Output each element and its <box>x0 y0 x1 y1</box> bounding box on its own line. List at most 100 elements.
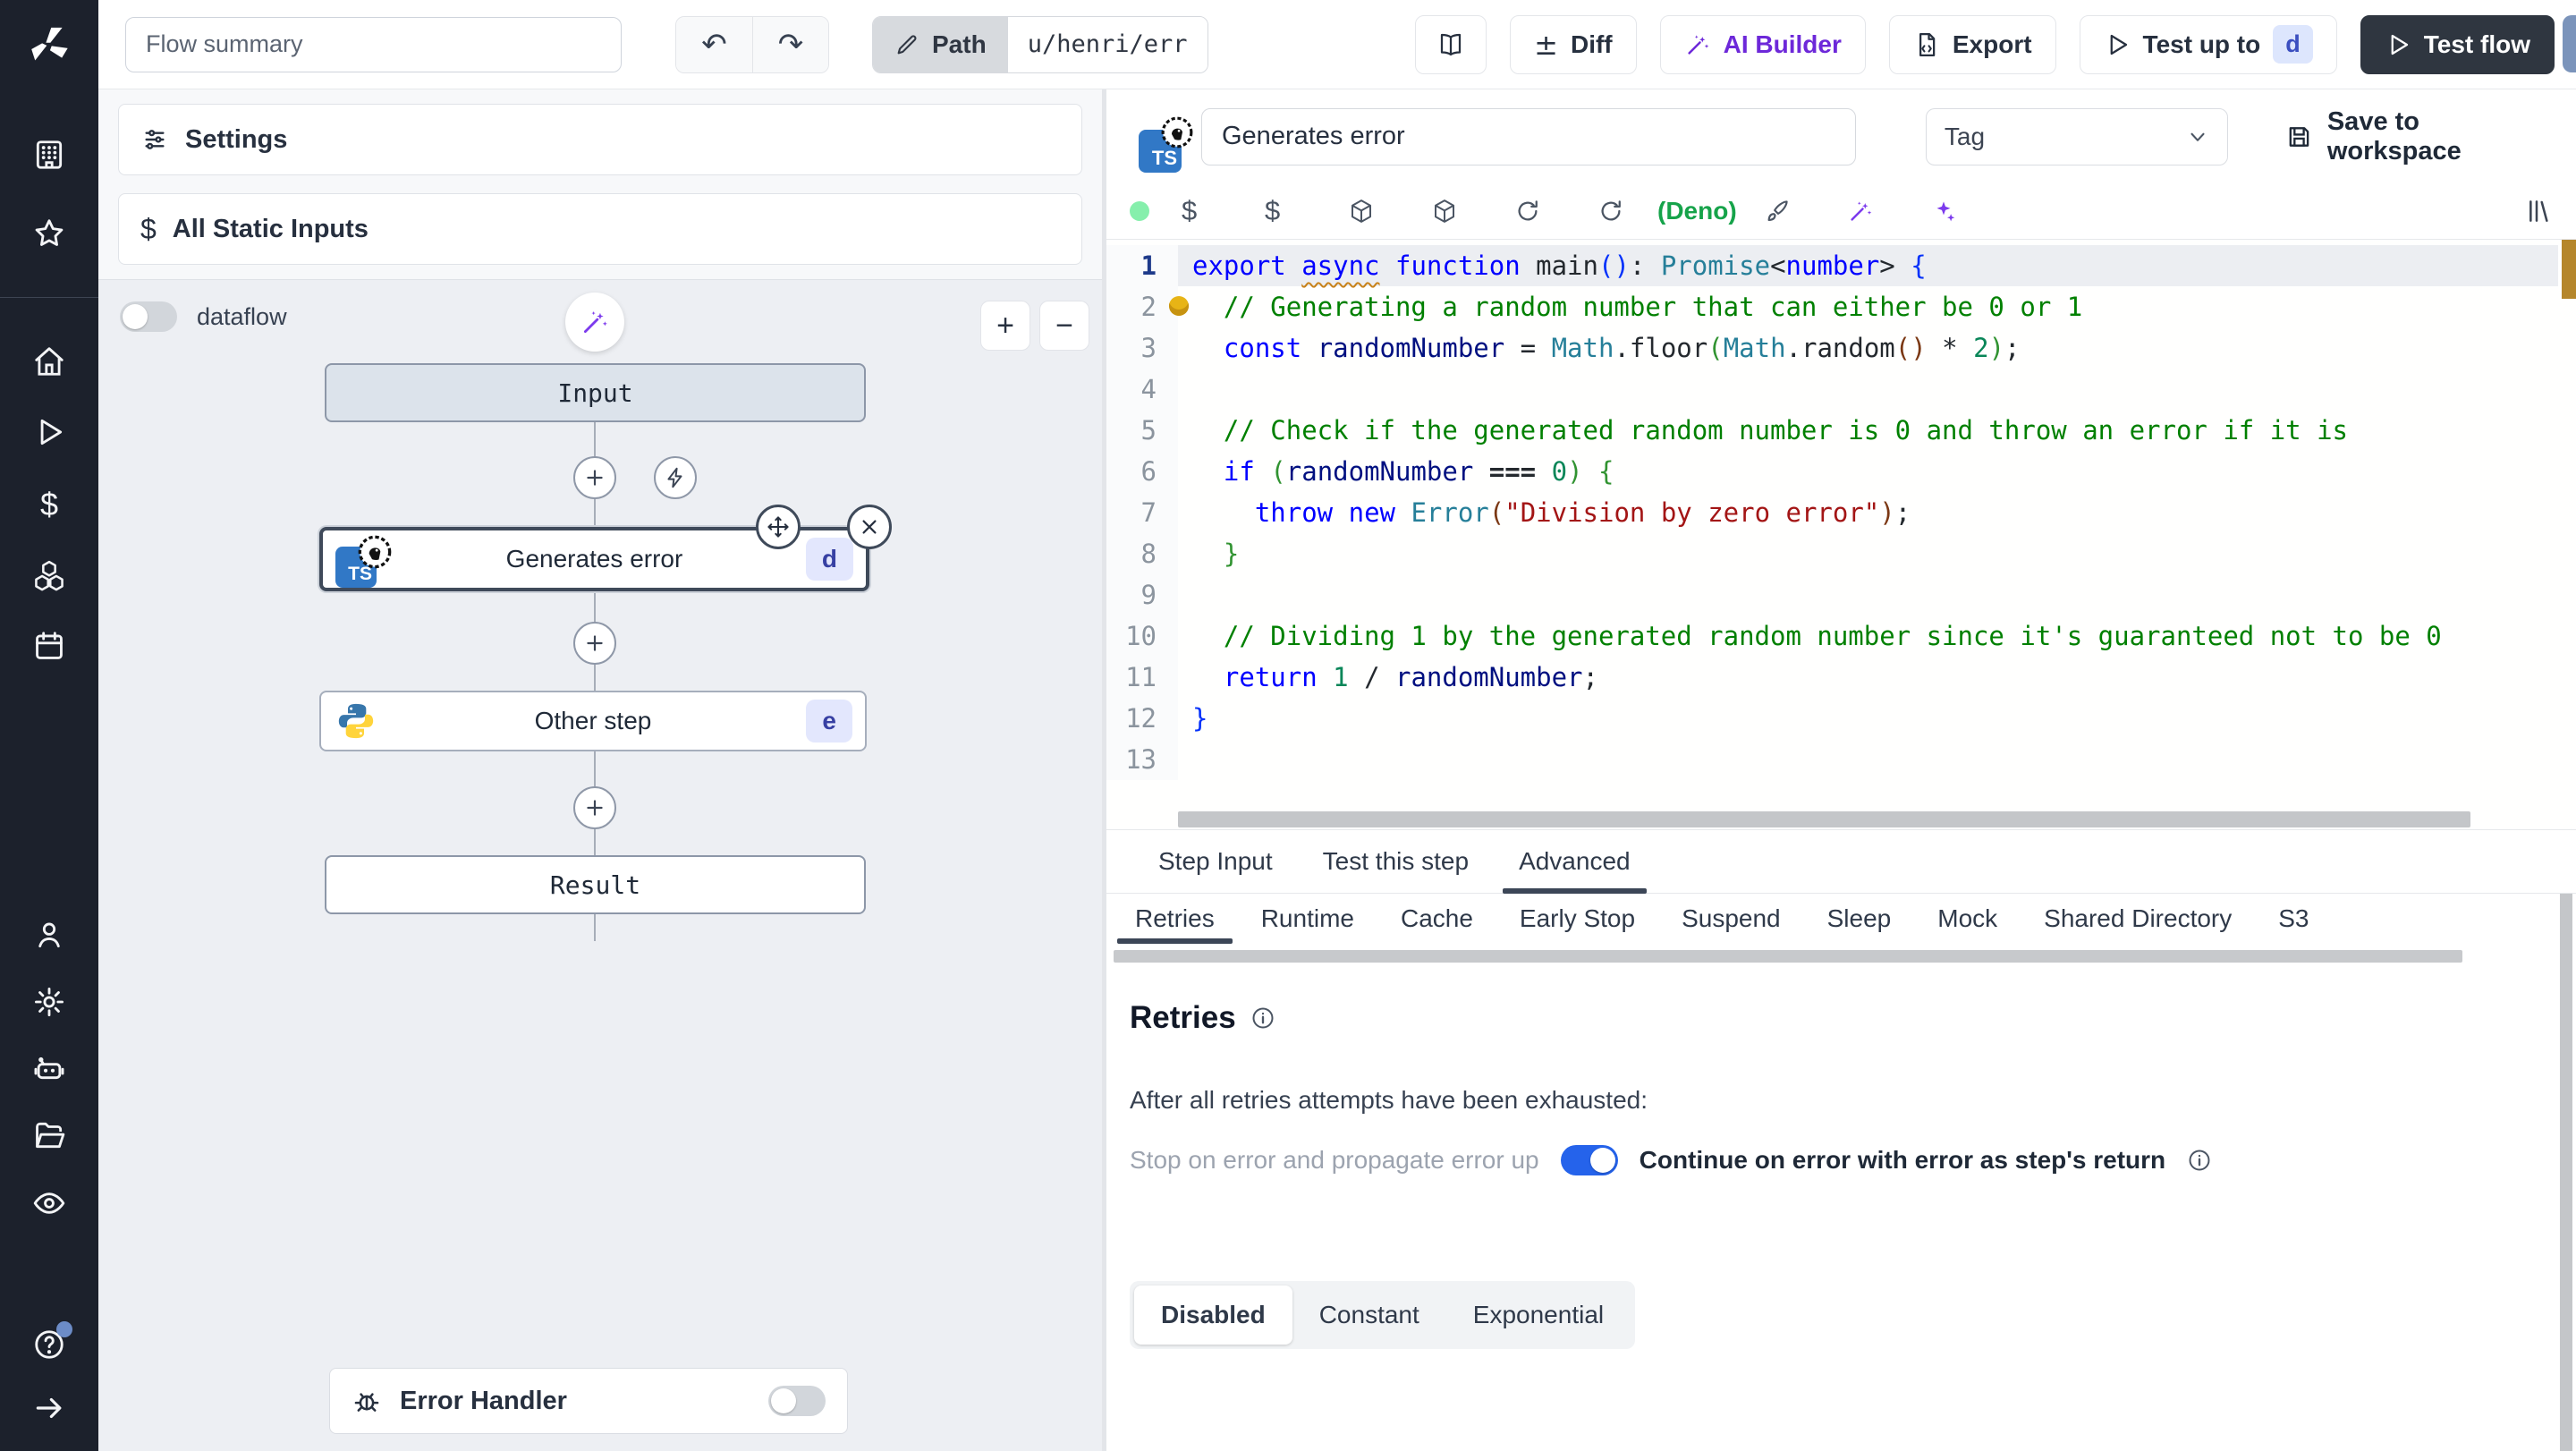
step-name-input[interactable] <box>1201 107 1856 165</box>
subtabs-horizontal-scrollbar[interactable] <box>1114 950 2462 963</box>
package-icon[interactable] <box>1431 198 1514 225</box>
ai-flow-wand-button[interactable] <box>565 293 624 352</box>
add-step-button[interactable] <box>573 622 616 665</box>
code-line[interactable]: 3 const randomNumber = Math.floor(Math.r… <box>1106 327 2558 369</box>
format-brush-icon[interactable] <box>1764 198 1847 225</box>
docs-book-button[interactable] <box>1415 14 1487 74</box>
add-trigger-bolt-button[interactable] <box>654 456 697 499</box>
tab-step-input[interactable]: Step Input <box>1133 830 1298 893</box>
code-line[interactable]: 11 return 1 / randomNumber; <box>1106 657 2558 698</box>
test-up-to-button[interactable]: Test up to d <box>2079 14 2337 74</box>
path-group[interactable]: Path u/henri/err <box>872 15 1208 73</box>
ai-builder-button[interactable]: AI Builder <box>1659 14 1866 74</box>
code-line[interactable]: 6 if (randomNumber === 0) { <box>1106 451 2558 492</box>
flow-node-input[interactable]: Input <box>325 363 866 422</box>
step-editor-panel: TS Tag Save to workspace $ $ (Deno) <box>1106 89 2576 1451</box>
code-line[interactable]: 1 export async function main(): Promise<n… <box>1106 245 2558 286</box>
dataflow-toggle[interactable] <box>120 301 177 332</box>
windmill-logo[interactable] <box>0 0 98 89</box>
library-assets-icon[interactable] <box>2524 197 2553 225</box>
variables-dollar-icon[interactable]: $ <box>31 486 67 522</box>
error-behavior-toggle-row: Stop on error and propagate error up Con… <box>1130 1145 2532 1175</box>
continue-on-error-toggle[interactable] <box>1560 1145 1618 1175</box>
subtab-cache[interactable]: Cache <box>1377 894 1496 944</box>
add-step-button[interactable] <box>573 456 616 499</box>
code-line[interactable]: 8 } <box>1106 533 2558 574</box>
code-line[interactable]: 9 <box>1106 574 2558 615</box>
diff-button[interactable]: ± Diff <box>1510 14 1637 74</box>
code-line[interactable]: 12} <box>1106 698 2558 739</box>
test-flow-button[interactable]: Test flow <box>2360 14 2555 74</box>
tag-select[interactable]: Tag <box>1925 107 2228 165</box>
zoom-out-button[interactable]: − <box>1039 301 1089 351</box>
typescript-deno-icon: TS <box>335 535 393 588</box>
move-icon <box>767 516 789 538</box>
tab-test-this-step[interactable]: Test this step <box>1298 830 1494 893</box>
collapse-sidebar-arrow-icon[interactable] <box>31 1390 67 1426</box>
package-icon[interactable] <box>1348 198 1431 225</box>
ai-wand-icon[interactable] <box>1847 198 1930 225</box>
retry-mode-segmented-control: Disabled Constant Exponential <box>1130 1281 1636 1349</box>
subtab-early-stop[interactable]: Early Stop <box>1496 894 1658 944</box>
export-button[interactable]: Export <box>1888 14 2056 74</box>
panel-vertical-scrollbar[interactable] <box>2560 894 2572 1451</box>
delete-step-button[interactable] <box>847 505 892 549</box>
subtab-suspend[interactable]: Suspend <box>1658 894 1804 944</box>
code-line[interactable]: 13 <box>1106 739 2558 780</box>
retry-mode-exponential[interactable]: Exponential <box>1446 1286 1631 1345</box>
folders-icon[interactable] <box>31 1117 67 1153</box>
flow-summary-input[interactable] <box>125 16 622 72</box>
play-icon <box>2110 34 2127 55</box>
path-edit-button[interactable]: Path <box>873 16 1008 72</box>
home-icon[interactable] <box>31 344 67 379</box>
code-line[interactable]: 5 // Check if the generated random numbe… <box>1106 410 2558 451</box>
runs-play-icon[interactable] <box>31 414 67 450</box>
flow-settings-card[interactable]: Settings <box>118 104 1082 175</box>
code-line[interactable]: 10 // Dividing 1 by the generated random… <box>1106 615 2558 657</box>
resources-dollar-icon[interactable]: $ <box>1265 195 1348 227</box>
all-static-inputs-card[interactable]: $ All Static Inputs <box>118 193 1082 265</box>
workspace-building-icon[interactable] <box>31 137 67 173</box>
retry-mode-disabled[interactable]: Disabled <box>1134 1286 1292 1345</box>
redo-button[interactable]: ↷ <box>752 16 828 72</box>
settings-gear-icon[interactable] <box>31 984 67 1020</box>
typescript-deno-icon: TS <box>1139 116 1194 173</box>
retry-mode-constant[interactable]: Constant <box>1292 1286 1446 1345</box>
code-line[interactable]: 7 throw new Error("Division by zero erro… <box>1106 492 2558 533</box>
error-handler-toggle[interactable] <box>768 1386 826 1416</box>
editor-horizontal-scrollbar[interactable] <box>1178 811 2470 827</box>
continue-on-error-label[interactable]: Continue on error with error as step's r… <box>1640 1146 2166 1175</box>
favorites-star-icon[interactable] <box>31 216 67 251</box>
code-line[interactable]: 4 <box>1106 369 2558 410</box>
variables-dollar-icon[interactable]: $ <box>1182 195 1265 227</box>
info-icon[interactable] <box>1250 1006 1275 1031</box>
schedules-calendar-icon[interactable] <box>31 628 67 664</box>
lightbulb-icon[interactable] <box>1169 296 1189 316</box>
subtab-s3[interactable]: S3 <box>2255 894 2332 944</box>
undo-button[interactable]: ↶ <box>676 16 752 72</box>
stop-on-error-label[interactable]: Stop on error and propagate error up <box>1130 1146 1539 1175</box>
subtab-shared-directory[interactable]: Shared Directory <box>2021 894 2255 944</box>
code-line[interactable]: 2 // Generating a random number that can… <box>1106 286 2558 327</box>
flow-node-other-step[interactable]: Other step e <box>319 691 867 751</box>
error-handler-card[interactable]: Error Handler <box>329 1368 848 1434</box>
tab-advanced[interactable]: Advanced <box>1494 830 1656 894</box>
subtab-retries[interactable]: Retries <box>1112 894 1238 944</box>
audit-eye-icon[interactable] <box>31 1185 67 1221</box>
info-icon[interactable] <box>2187 1148 2212 1173</box>
subtab-runtime[interactable]: Runtime <box>1238 894 1377 944</box>
zoom-in-button[interactable]: + <box>980 301 1030 351</box>
save-to-workspace-button[interactable]: Save to workspace <box>2285 107 2553 166</box>
subtab-mock[interactable]: Mock <box>1914 894 2021 944</box>
add-step-button[interactable] <box>573 786 616 829</box>
help-icon[interactable] <box>31 1321 72 1362</box>
subtab-sleep[interactable]: Sleep <box>1804 894 1915 944</box>
move-step-button[interactable] <box>756 505 801 549</box>
flow-node-result[interactable]: Result <box>325 855 866 914</box>
ai-sparkles-icon[interactable] <box>1930 198 2013 225</box>
ai-robot-icon[interactable] <box>31 1052 67 1088</box>
reload-icon[interactable] <box>1514 198 1597 225</box>
resources-cubes-icon[interactable] <box>31 557 67 593</box>
code-editor[interactable]: 1 export async function main(): Promise<n… <box>1106 239 2576 829</box>
user-icon[interactable] <box>31 917 67 953</box>
